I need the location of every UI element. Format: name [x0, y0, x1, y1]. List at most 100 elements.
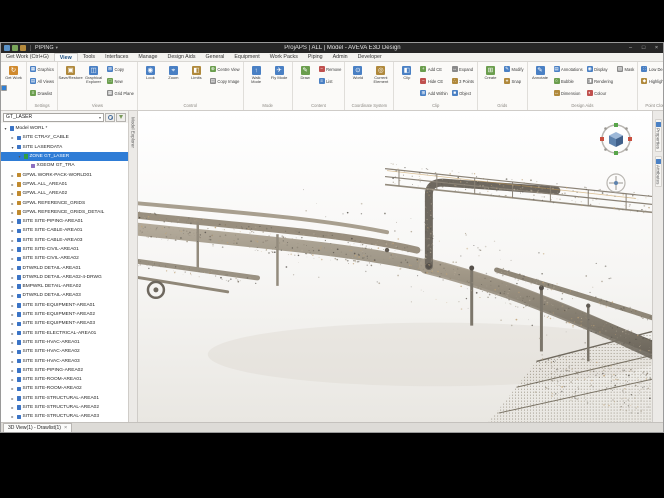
expander-icon[interactable]: ▸	[10, 247, 15, 252]
remove-button[interactable]: −Remove	[318, 63, 343, 75]
add-within-button[interactable]: ⊞Add Within	[419, 87, 448, 99]
ribbon-tab-manage[interactable]: Manage	[133, 53, 162, 61]
tree-item-site-site-hvac-area01[interactable]: ▸SITE SITE-HVAC-AREA01	[1, 338, 128, 347]
tree-item-site-site-hvac-area02[interactable]: ▸SITE SITE-HVAC-AREA02	[1, 347, 128, 356]
right-tab-attributes[interactable]: Attributes	[655, 156, 662, 187]
chevron-down-icon[interactable]: ▾	[99, 115, 101, 120]
colour-button[interactable]: ◐Colour	[586, 87, 614, 99]
copy-image-button[interactable]: ▤Copy Image	[209, 75, 241, 87]
ribbon-tab-admin[interactable]: Admin	[328, 53, 353, 61]
hide-ce-button[interactable]: −Hide CE	[419, 75, 448, 87]
display-button[interactable]: ◉Display	[586, 63, 614, 75]
expander-icon[interactable]: ▸	[10, 284, 15, 289]
tree-item-site-site-piping-area01[interactable]: ▸SITE SITE-PIPING-AREA01	[1, 217, 128, 226]
expander-icon[interactable]: ▸	[10, 321, 15, 326]
graphical-explorer-button[interactable]: ◫Graphical Explorer	[83, 63, 104, 101]
expander-icon[interactable]: ▸	[10, 293, 15, 298]
view-tab-3d[interactable]: 3D View(1) - Drawlist(1) ×	[3, 423, 72, 432]
grid-plane-button[interactable]: ▦Grid Plane	[106, 87, 135, 99]
expander-icon[interactable]: ▸	[10, 331, 15, 336]
search-button[interactable]	[105, 113, 115, 122]
expander-icon[interactable]: ▸	[10, 377, 15, 382]
tree-item-dtwrld-detail-area01[interactable]: ▸DTWRLD DETAIL-AREA01	[1, 263, 128, 272]
chevron-down-icon[interactable]: ▾	[56, 45, 58, 51]
copy-button[interactable]: ⊞Copy	[106, 63, 135, 75]
maximize-button[interactable]: □	[637, 43, 650, 53]
expander-icon[interactable]: ▸	[10, 256, 15, 261]
expander-icon[interactable]: ▸	[10, 303, 15, 308]
ribbon-tab-view[interactable]: View	[54, 53, 78, 61]
tree-item-xgeom-gt-tra[interactable]: XGEOM GT_TRA	[1, 161, 128, 170]
list-button[interactable]: ≡List	[318, 75, 343, 87]
save-icon[interactable]	[4, 45, 10, 51]
low-density-button[interactable]: ∷Low Density	[640, 63, 663, 75]
mask-button[interactable]: ▨Mask	[616, 63, 635, 75]
model-explorer-side-tab[interactable]: Model Explorer	[129, 111, 138, 422]
tree-item-zone-gt-laser[interactable]: ▾ZONE GT_LASER	[1, 152, 128, 161]
undo-icon[interactable]	[12, 45, 18, 51]
limits-button[interactable]: ◧Limits	[186, 63, 207, 101]
view-cube[interactable]	[594, 121, 638, 205]
centre-view-button[interactable]: ⊕Centre View	[209, 63, 241, 75]
tree-item-site-site-piping-area02[interactable]: ▸SITE SITE-PIPING-AREA02	[1, 366, 128, 375]
modify-button[interactable]: ✎Modify	[503, 63, 525, 75]
close-icon[interactable]: ×	[64, 425, 67, 431]
expander-icon[interactable]: ▸	[10, 266, 15, 271]
expander-icon[interactable]: ▾	[3, 126, 8, 131]
expander-icon[interactable]: ▸	[10, 368, 15, 373]
tree-item-site-site-equipment-area02[interactable]: ▸SITE SITE-EQUIPMENT-AREA02	[1, 310, 128, 319]
expander-icon[interactable]: ▸	[10, 396, 15, 401]
expander-icon[interactable]: ▸	[10, 275, 15, 280]
tree-item-site-ctray-cable[interactable]: ▸SITE CTRAY_CABLE	[1, 133, 128, 142]
current-element-button[interactable]: ◎Current Element	[370, 63, 391, 101]
redo-icon[interactable]	[20, 45, 26, 51]
save-restore-button[interactable]: ▣Save/Restore	[60, 63, 81, 101]
tree-item-site-site-equipment-area01[interactable]: ▸SITE SITE-EQUIPMENT-AREA01	[1, 301, 128, 310]
tree-item-site-site-room-area01[interactable]: ▸SITE SITE-ROOM-AREA01	[1, 375, 128, 384]
expander-icon[interactable]: ▸	[10, 135, 15, 140]
draw-button[interactable]: ✎Draw	[295, 63, 316, 101]
expander-icon[interactable]: ▸	[10, 405, 15, 410]
ribbon-tab-developer[interactable]: Developer	[353, 53, 387, 61]
tree-item-dtwrld-detail-area02-4-drwg[interactable]: ▸DTWRLD DETAIL-AREA02-4-DRWG	[1, 273, 128, 282]
tree-item-dtwrld-detail-area03[interactable]: ▸DTWRLD DETAIL-AREA03	[1, 291, 128, 300]
graphics-button[interactable]: ▦Graphics	[29, 63, 55, 75]
tree-item-site-site-room-area02[interactable]: ▸SITE SITE-ROOM-AREA02	[1, 384, 128, 393]
get-work-button[interactable]: ↻Get Work	[3, 63, 24, 101]
tree-item-site-laserdata[interactable]: ▾SITE LASERDATA	[1, 143, 128, 152]
tree-item-site-site-equipment-area03[interactable]: ▸SITE SITE-EQUIPMENT-AREA03	[1, 319, 128, 328]
expander-icon[interactable]: ▸	[10, 312, 15, 317]
create-button[interactable]: ⊞Create	[480, 63, 501, 101]
rendering-button[interactable]: ◨Rendering	[586, 75, 614, 87]
3d-viewport[interactable]	[138, 111, 652, 422]
tree-item-site-site-electrical-area01[interactable]: ▸SITE SITE-ELECTRICAL-AREA01	[1, 329, 128, 338]
expander-icon[interactable]: ▸	[10, 386, 15, 391]
tree-item-site-site-structural-area01[interactable]: ▸SITE SITE-STRUCTURAL-AREA01	[1, 394, 128, 403]
highlight-button[interactable]: ◆Highlight	[640, 75, 663, 87]
bubble-button[interactable]: ○Bubble	[553, 75, 584, 87]
tree-item-gpwl-all-area01[interactable]: ▸GPWL ALL_AREA01	[1, 180, 128, 189]
expander-icon[interactable]: ▸	[10, 340, 15, 345]
ribbon-tab-general[interactable]: General	[201, 53, 230, 61]
expander-icon[interactable]: ▸	[10, 414, 15, 419]
expander-icon[interactable]: ▸	[10, 219, 15, 224]
look-button[interactable]: ◉Look	[140, 63, 161, 101]
ribbon-tab-piping[interactable]: Piping	[303, 53, 328, 61]
tree-item-model-worl[interactable]: ▾Model WORL *	[1, 124, 128, 133]
tree-item-site-site-civil-area01[interactable]: ▸SITE SITE-CIVIL-AREA01	[1, 245, 128, 254]
zoom-button[interactable]: ⌖Zoom	[163, 63, 184, 101]
search-input[interactable]: GT_LASER ▾	[3, 113, 104, 122]
expander-icon[interactable]: ▸	[10, 238, 15, 243]
tree-item-gpwl-reference-grids[interactable]: ▸GPWL REFERENCE_GRIDS	[1, 198, 128, 207]
ribbon-tab-get-work-ctrl-g[interactable]: Get Work (Ctrl+G)	[1, 53, 54, 61]
tree-item-gpwl-reference-grids-detail[interactable]: ▸GPWL REFERENCE_GRIDS_DETAIL	[1, 208, 128, 217]
tree-item-bmpwrl-detail-area02[interactable]: ▸BMPWRL DETAIL-AREA02	[1, 282, 128, 291]
expander-icon[interactable]: ▸	[10, 201, 15, 206]
add-ce-button[interactable]: +Add CE	[419, 63, 448, 75]
app-icon[interactable]	[1, 85, 7, 91]
ribbon-tab-equipment[interactable]: Equipment	[229, 53, 264, 61]
right-tab-properties[interactable]: Properties	[655, 119, 662, 152]
minimize-button[interactable]: –	[624, 43, 637, 53]
all-views-button[interactable]: ▤All Views	[29, 75, 55, 87]
walk-mode-button[interactable]: ↑Walk Mode	[246, 63, 267, 101]
